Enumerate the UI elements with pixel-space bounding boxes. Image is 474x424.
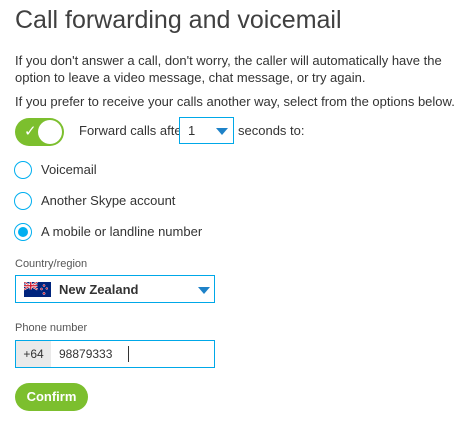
page-title: Call forwarding and voicemail [15, 6, 342, 34]
country-label: Country/region [15, 258, 88, 270]
seconds-select[interactable]: 1 [179, 117, 234, 144]
phone-number-field[interactable]: +64 98879333 [15, 340, 215, 368]
forward-calls-label: Forward calls after [79, 123, 186, 138]
country-value: New Zealand [59, 282, 139, 297]
country-select[interactable]: New Zealand [15, 275, 215, 303]
toggle-knob [38, 120, 62, 144]
radio-mobile-or-landline[interactable] [14, 223, 32, 241]
radio-selected-dot [18, 227, 28, 237]
phone-number-value[interactable]: 98879333 [59, 347, 112, 361]
radio-label-mobile-or-landline[interactable]: A mobile or landline number [41, 224, 202, 239]
intro-text: If you don't answer a call, don't worry,… [15, 53, 442, 85]
checkmark-icon: ✓ [24, 123, 37, 140]
radio-label-voicemail[interactable]: Voicemail [41, 162, 97, 177]
chevron-down-icon [198, 287, 210, 294]
forward-calls-toggle[interactable]: ✓ [15, 118, 64, 146]
seconds-suffix-label: seconds to: [238, 123, 305, 138]
chevron-down-icon [216, 128, 228, 135]
phone-number-label: Phone number [15, 322, 88, 334]
country-code-prefix: +64 [16, 341, 51, 367]
options-instruction: If you prefer to receive your calls anot… [15, 94, 455, 109]
new-zealand-flag-icon [24, 282, 51, 297]
confirm-button[interactable]: Confirm [15, 383, 88, 411]
radio-label-another-skype-account[interactable]: Another Skype account [41, 193, 175, 208]
seconds-value: 1 [188, 123, 196, 138]
radio-another-skype-account[interactable] [14, 192, 32, 210]
text-cursor [128, 346, 129, 362]
radio-voicemail[interactable] [14, 161, 32, 179]
